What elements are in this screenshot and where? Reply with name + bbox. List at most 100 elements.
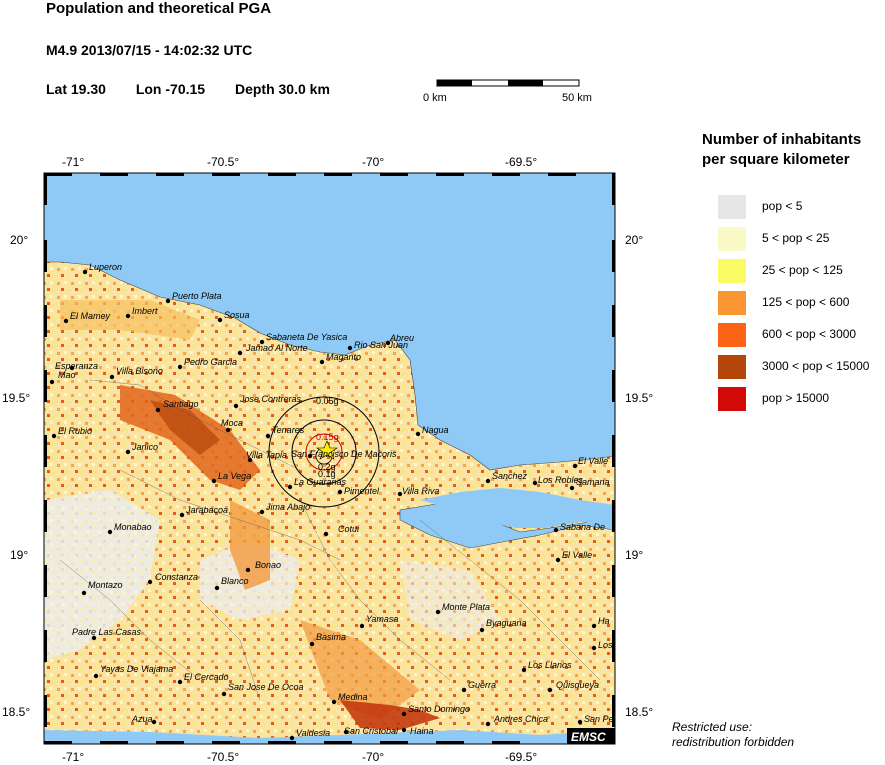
legend-label: 25 < pop < 125 bbox=[762, 263, 843, 277]
legend-label: 125 < pop < 600 bbox=[762, 295, 850, 309]
city-label: Andres Chica bbox=[493, 714, 548, 724]
lat-tick-label: 18.5° bbox=[625, 705, 654, 719]
city-label: El Cercado bbox=[184, 672, 229, 682]
lat-tick-label: 18.5° bbox=[2, 705, 31, 719]
legend-label: 600 < pop < 3000 bbox=[762, 327, 857, 341]
legend-swatch bbox=[718, 387, 746, 411]
legend-title-line: Number of inhabitants bbox=[702, 131, 862, 148]
city-label: San Pe bbox=[584, 714, 614, 724]
emsc-logo-text: EMSC bbox=[571, 730, 606, 744]
lat-tick-label: 19° bbox=[625, 548, 644, 562]
city-label: Mao bbox=[58, 370, 76, 380]
city-label: Villa Bisono bbox=[116, 366, 163, 376]
city-label: Jarabacoa bbox=[185, 505, 228, 515]
city-label: Basima bbox=[316, 632, 346, 642]
city-label: Haina bbox=[410, 726, 434, 736]
city-label: Monabao bbox=[114, 522, 152, 532]
map-canvas: 0.05g 0.15g 0.2g 0.1g Luperon Puerto Pla… bbox=[43, 79, 616, 745]
lon-tick-label: -70.5° bbox=[207, 750, 240, 764]
legend-item: 600 < pop < 3000 bbox=[718, 323, 883, 347]
city-label: Yayas De Viajama bbox=[100, 664, 173, 674]
city-label: San Cristobal bbox=[344, 726, 399, 736]
city-label: Ha bbox=[598, 616, 610, 626]
city-label: Sosua bbox=[224, 310, 250, 320]
lon-tick-label: -70° bbox=[362, 155, 385, 169]
city-label: Jima Abajo bbox=[265, 502, 310, 512]
city-label: Pedro Garcia bbox=[184, 357, 237, 367]
legend-swatch bbox=[718, 259, 746, 283]
lat-tick-label: 19.5° bbox=[2, 391, 31, 405]
city-label: Sabaneta De Yasica bbox=[266, 332, 347, 342]
city-label: El Rubio bbox=[58, 426, 92, 436]
city-label: Quisqueya bbox=[556, 680, 599, 690]
scale-bar bbox=[436, 79, 580, 87]
lat-tick-label: 20° bbox=[625, 233, 644, 247]
city-label: Imbert bbox=[132, 306, 158, 316]
lon-tick-label: -70.5° bbox=[207, 155, 240, 169]
restricted-notice: Restricted use: redistribution forbidden bbox=[672, 720, 794, 750]
legend-swatch bbox=[718, 195, 746, 219]
map-area: 0.05g 0.15g 0.2g 0.1g Luperon Puerto Pla… bbox=[44, 173, 615, 744]
city-label: El Valle bbox=[578, 456, 608, 466]
city-label: Sabana De bbox=[560, 522, 605, 532]
city-label: Azua bbox=[131, 714, 153, 724]
city-label: Villa Riva bbox=[402, 486, 439, 496]
city-label: Tenares bbox=[272, 425, 305, 435]
city-label: Pimentel bbox=[344, 486, 380, 496]
legend-label: pop < 5 bbox=[762, 199, 803, 213]
legend-swatch bbox=[718, 355, 746, 379]
city-label: Constanza bbox=[155, 572, 198, 582]
legend-item: 5 < pop < 25 bbox=[718, 227, 883, 251]
city-label: San Jose De Ocoa bbox=[228, 682, 304, 692]
city-label: Samana bbox=[576, 477, 610, 487]
city-label: Bonao bbox=[255, 560, 281, 570]
lat-tick-label: 19.5° bbox=[625, 391, 654, 405]
legend-item: 125 < pop < 600 bbox=[718, 291, 883, 315]
city-label: Santo Domingo bbox=[408, 704, 470, 714]
legend-swatch bbox=[718, 227, 746, 251]
legend-item: 25 < pop < 125 bbox=[718, 259, 883, 283]
city-label: Santiago bbox=[163, 399, 199, 409]
restricted-line: Restricted use: bbox=[672, 720, 753, 734]
city-label: Guerra bbox=[468, 680, 496, 690]
legend-item: 3000 < pop < 15000 bbox=[718, 355, 883, 379]
city-label: Monte Plata bbox=[442, 602, 490, 612]
city-label: El Valle bbox=[562, 550, 592, 560]
lat-tick-label: 19° bbox=[10, 548, 29, 562]
pga-label: 0.15g bbox=[316, 432, 339, 442]
city-label: Blanco bbox=[221, 576, 249, 586]
city-label: El Mamey bbox=[70, 311, 111, 321]
lon-tick-label: -71° bbox=[62, 750, 85, 764]
pga-label: 0.05g bbox=[316, 396, 339, 406]
lat-tick-label: 20° bbox=[10, 233, 29, 247]
city-label: Valdesia bbox=[296, 728, 330, 738]
legend-label: pop > 15000 bbox=[762, 391, 830, 405]
legend-title: Number of inhabitants per square kilomet… bbox=[702, 130, 861, 170]
city-label: Jose Contreras bbox=[239, 394, 302, 404]
legend-swatch bbox=[718, 291, 746, 315]
lon-tick-label: -71° bbox=[62, 155, 85, 169]
city-label: Maganto bbox=[326, 352, 361, 362]
city-label: Puerto Plata bbox=[172, 291, 222, 301]
city-label: Yamasa bbox=[366, 614, 398, 624]
city-label: Villa Tapia bbox=[246, 450, 287, 460]
legend-item: pop < 5 bbox=[718, 195, 883, 219]
city-label: Moca bbox=[221, 418, 243, 428]
legend-label: 5 < pop < 25 bbox=[762, 231, 830, 245]
lon-tick-label: -69.5° bbox=[505, 750, 538, 764]
restricted-line: redistribution forbidden bbox=[672, 735, 795, 749]
legend-label: 3000 < pop < 15000 bbox=[762, 359, 870, 373]
city-label: Cotui bbox=[338, 524, 360, 534]
city-label: Los bbox=[598, 640, 613, 650]
lon-tick-label: -69.5° bbox=[505, 155, 538, 169]
city-label: Padre Las Casas bbox=[72, 627, 142, 637]
city-label: Byaguana bbox=[486, 618, 527, 628]
city-label: Rio San Juan bbox=[354, 340, 408, 350]
city-label: Medina bbox=[338, 692, 368, 702]
legend-title-line: per square kilometer bbox=[702, 151, 850, 168]
lon-tick-label: -70° bbox=[362, 750, 385, 764]
city-label: La Guaranas bbox=[294, 477, 347, 487]
city-label: Sanchez bbox=[492, 471, 528, 481]
legend-swatch bbox=[718, 323, 746, 347]
city-label: Los Llanos bbox=[528, 660, 572, 670]
